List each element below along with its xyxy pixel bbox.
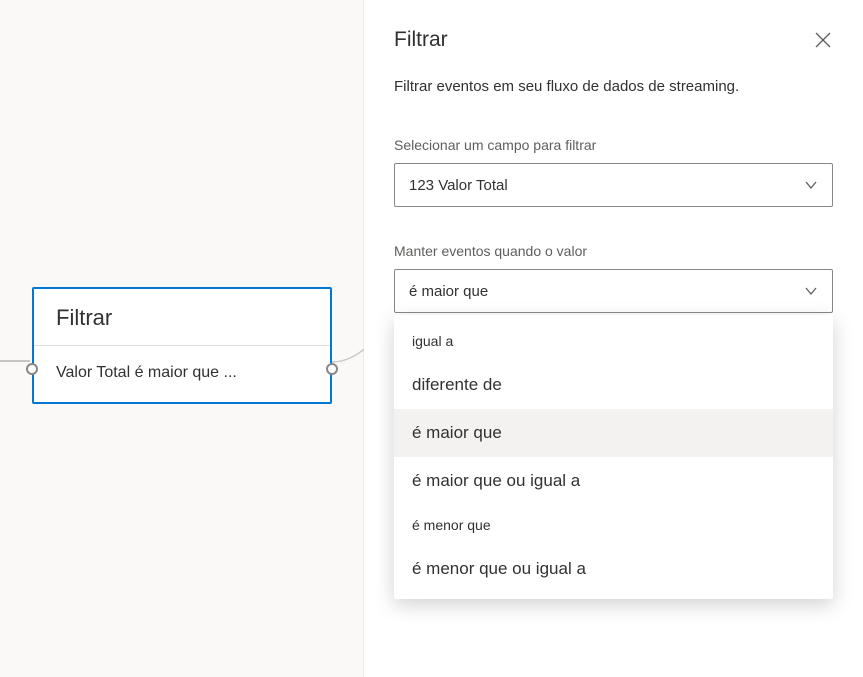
field-select-label: Selecionar um campo para filtrar bbox=[394, 137, 833, 153]
field-select-value: 123 Valor Total bbox=[409, 177, 508, 194]
condition-dropdown: igual adiferente deé maior queé maior qu… bbox=[394, 315, 833, 599]
filter-node[interactable]: Filtrar Valor Total é maior que ... bbox=[32, 287, 332, 404]
canvas-area[interactable]: Filtrar Valor Total é maior que ... bbox=[0, 0, 364, 677]
node-port-input[interactable] bbox=[26, 363, 38, 375]
panel-description: Filtrar eventos em seu fluxo de dados de… bbox=[394, 76, 833, 97]
chevron-down-icon bbox=[804, 284, 818, 298]
node-port-output[interactable] bbox=[326, 363, 338, 375]
wire-in bbox=[0, 360, 30, 362]
condition-select[interactable]: é maior que bbox=[394, 269, 833, 313]
panel-header: Filtrar bbox=[394, 28, 833, 52]
panel-title: Filtrar bbox=[394, 28, 448, 52]
condition-select-value: é maior que bbox=[409, 283, 488, 300]
node-title: Filtrar bbox=[34, 289, 330, 346]
dropdown-option[interactable]: é maior que bbox=[394, 409, 833, 457]
side-panel: Filtrar Filtrar eventos em seu fluxo de … bbox=[364, 0, 863, 677]
dropdown-option[interactable]: é menor que ou igual a bbox=[394, 545, 833, 593]
dropdown-option[interactable]: é maior que ou igual a bbox=[394, 457, 833, 505]
dropdown-option[interactable]: diferente de bbox=[394, 361, 833, 409]
close-icon[interactable] bbox=[813, 30, 833, 50]
dropdown-option[interactable]: igual a bbox=[394, 321, 833, 361]
dropdown-option[interactable]: é menor que bbox=[394, 505, 833, 545]
chevron-down-icon bbox=[804, 178, 818, 192]
node-summary: Valor Total é maior que ... bbox=[34, 346, 330, 402]
condition-select-label: Manter eventos quando o valor bbox=[394, 243, 833, 259]
field-select[interactable]: 123 Valor Total bbox=[394, 163, 833, 207]
